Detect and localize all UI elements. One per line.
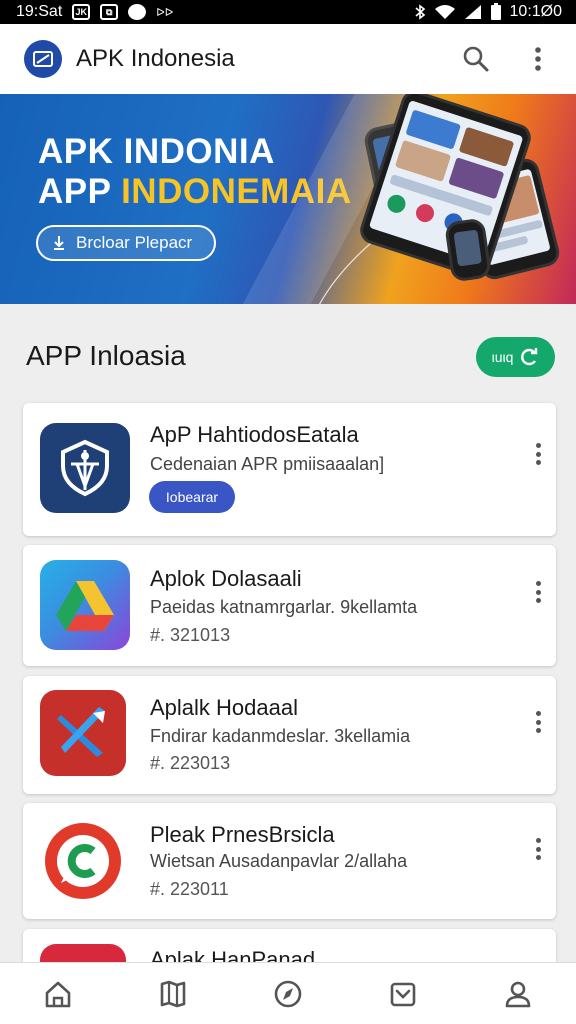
app-icon <box>40 690 126 776</box>
download-box-icon <box>390 982 416 1006</box>
refresh-button[interactable]: ιuιq <box>476 337 555 377</box>
nav-explore[interactable] <box>258 969 318 1019</box>
refresh-label: ιuιq <box>491 349 514 365</box>
cross-arrow-icon <box>57 707 105 757</box>
more-vert-icon[interactable] <box>530 707 546 737</box>
banner-title: APK INDONIA <box>38 132 275 171</box>
app-icon <box>40 560 130 650</box>
nav-map[interactable] <box>143 969 203 1019</box>
app-description: Fndirar kadanmdeslar. 3kellamia <box>150 726 411 746</box>
more-vert-icon[interactable] <box>530 577 546 607</box>
app-action-chip[interactable]: Iobearar <box>149 481 235 513</box>
app-meta: #. 223011 <box>150 879 229 899</box>
app-meta: #. 321013 <box>150 625 231 645</box>
more-vert-icon[interactable] <box>530 439 546 469</box>
app-name: Aplalk Hodaaal <box>150 695 298 720</box>
bottom-navigation <box>0 962 576 1024</box>
app-name: Pleak PrnesBrsicla <box>150 822 335 847</box>
nav-home[interactable] <box>28 969 88 1019</box>
app-meta: #. 223013 <box>150 753 231 773</box>
signal-icon <box>464 5 481 19</box>
more-vert-icon[interactable] <box>530 834 546 864</box>
app-name: ApP HahtiodosEatala <box>150 422 359 447</box>
profile-icon <box>506 981 531 1007</box>
search-icon <box>463 46 489 72</box>
app-bar: APK Indonesia <box>0 24 576 94</box>
app-description: Wietsan Ausadanpavlar 2/allaha <box>150 851 408 871</box>
more-vert-icon <box>535 47 541 71</box>
compass-icon <box>274 980 302 1007</box>
shield-icon <box>61 439 109 497</box>
home-icon <box>45 981 70 1007</box>
chat-c-icon <box>45 823 121 899</box>
app-description: Paeidas katnamrgarlar. 9kellamta <box>150 597 418 617</box>
banner-subtitle-prefix: APP <box>38 172 122 211</box>
app-title: APK Indonesia <box>76 45 235 72</box>
nav-downloads[interactable] <box>373 969 433 1019</box>
app-logo-icon <box>24 40 62 78</box>
status-time: 19:Sat <box>16 3 63 20</box>
search-button[interactable] <box>460 43 492 75</box>
app-list-item[interactable]: Aplalk Hodaaal Fndirar kadanmdeslar. 3ke… <box>23 676 556 794</box>
app-list-item[interactable]: Aplok Dolasaali Paeidas katnamrgarlar. 9… <box>23 545 556 666</box>
promo-banner[interactable]: APK INDONIA APP INDONEMAIA Brcloar Plepa… <box>0 94 576 304</box>
battery-icon <box>490 3 501 20</box>
map-icon <box>160 980 186 1007</box>
status-clock: 10:1Ø0 <box>509 3 562 20</box>
app-list-item[interactable]: Pleak PrnesBrsicla Wietsan Ausadanpavlar… <box>23 803 556 919</box>
refresh-icon <box>521 348 538 366</box>
app-icon <box>40 423 130 513</box>
app-name: Aplok Dolasaali <box>150 566 302 591</box>
app-description: Cedenaian APR pmiisaaalan] <box>150 454 385 474</box>
phone-illustration <box>444 217 492 283</box>
download-icon <box>54 236 64 250</box>
status-indicator-icon: ⧉ <box>100 4 119 20</box>
overflow-menu-button[interactable] <box>522 43 554 75</box>
banner-cta-button[interactable]: Brcloar Plepacr <box>36 225 216 261</box>
bluetooth-icon <box>414 4 425 20</box>
status-indicator-icon: JK <box>72 4 91 20</box>
wifi-icon <box>434 5 455 19</box>
status-bar: 19:Sat JK ⧉ ᐅᐅ 10:1Ø0 <box>0 0 576 24</box>
drive-triangle-icon <box>56 581 114 631</box>
status-indicator-icon <box>128 4 147 20</box>
app-list-item[interactable]: ApP HahtiodosEatala Cedenaian APR pmiisa… <box>23 403 556 536</box>
app-icon <box>40 818 126 904</box>
banner-subtitle: APP INDONEMAIA <box>38 172 352 212</box>
nav-profile[interactable] <box>488 969 548 1019</box>
banner-cta-label: Brcloar Plepacr <box>76 233 193 252</box>
banner-subtitle-highlight: INDONEMAIA <box>121 172 352 211</box>
section-title: APP Inloasia <box>26 340 186 371</box>
status-indicator-text: ᐅᐅ <box>156 6 174 19</box>
